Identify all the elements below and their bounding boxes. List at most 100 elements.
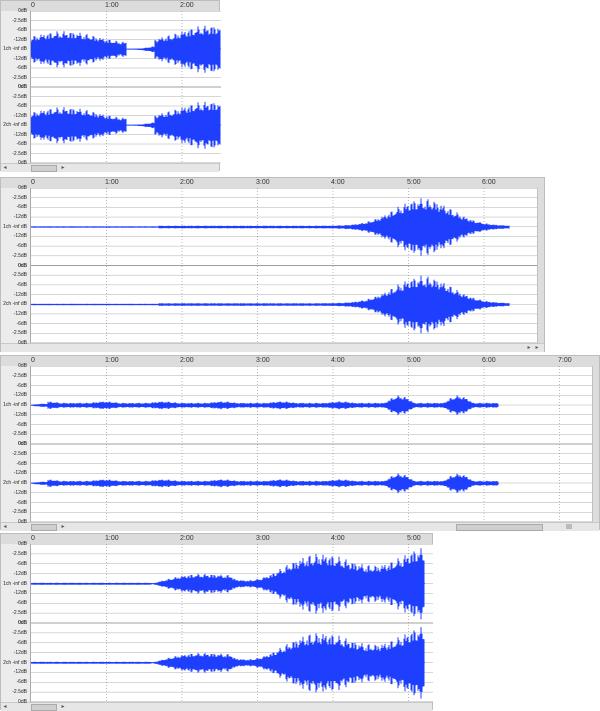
db-tick-label: -2.5dB <box>12 509 27 516</box>
db-tick-label: -6dB <box>16 460 27 467</box>
db-tick-label: -12dB <box>13 214 27 221</box>
vertical-resize-handle[interactable] <box>592 366 599 522</box>
time-ruler[interactable]: 0 1:00 2:00 <box>1 1 219 11</box>
db-tick-label: 0dB <box>18 441 27 447</box>
horizontal-scrollbar[interactable]: ◂ ▸ <box>1 163 219 172</box>
scroll-right-icon[interactable]: ▸ <box>59 523 67 531</box>
scroll-right-icon[interactable]: ▸ <box>533 344 541 352</box>
waveform-area[interactable] <box>30 544 433 702</box>
waveform-graphic <box>31 366 594 522</box>
db-tick-label: -2.5dB <box>12 194 27 201</box>
ruler-tick-label: 2:00 <box>180 179 194 186</box>
channel-label: 1ch -inf dB <box>3 580 27 587</box>
db-tick-label: -2.5dB <box>12 74 27 81</box>
ruler-tick-label: 1:00 <box>105 2 119 9</box>
time-ruler[interactable]: 0 1:00 2:00 3:00 4:00 5:00 6:00 7:00 <box>1 356 599 366</box>
horizontal-scrollbar[interactable]: ◂ ▸ <box>1 522 599 531</box>
ruler-tick-label: 1:00 <box>105 357 119 364</box>
channel-label: 2ch -inf dB <box>3 659 27 666</box>
db-scale: 0dB -2.5dB -6dB -12dB 1ch -inf dB -12dB -6dB -2… <box>1 185 29 346</box>
horizontal-scrollbar[interactable]: ▸ ▸ <box>1 343 544 352</box>
channel-label: 1ch -inf dB <box>3 223 27 230</box>
db-tick-label: -6dB <box>16 141 27 147</box>
scroll-thumb[interactable] <box>31 165 57 172</box>
vertical-resize-handle[interactable] <box>537 188 544 343</box>
db-tick-label: -6dB <box>16 103 27 109</box>
scroll-right-icon[interactable]: ▸ <box>59 164 67 172</box>
db-tick-label: -12dB <box>13 649 27 656</box>
scroll-left-icon[interactable]: ◂ <box>1 164 9 172</box>
ruler-tick-label: 2:00 <box>180 357 194 364</box>
db-tick-label: -2.5dB <box>12 450 27 457</box>
db-tick-label: -12dB <box>13 36 27 43</box>
zoom-slider[interactable] <box>456 524 543 531</box>
db-tick-label: -2.5dB <box>12 272 27 279</box>
scroll-end-icon[interactable]: ▸ <box>525 344 533 352</box>
db-scale: 0dB -2.5dB -6dB -12dB 1ch -inf dB -12dB -6dB -2… <box>1 363 29 525</box>
ruler-tick-label: 1:00 <box>105 179 119 186</box>
db-tick-label: 0dB <box>18 699 27 705</box>
db-tick-label: 0dB <box>18 363 27 369</box>
db-tick-label: -12dB <box>13 470 27 477</box>
db-tick-label: -6dB <box>16 499 27 506</box>
db-tick-label: -6dB <box>16 204 27 211</box>
db-tick-label: -6dB <box>16 27 27 33</box>
db-tick-label: -2.5dB <box>12 17 27 24</box>
db-tick-label: -6dB <box>16 639 27 646</box>
db-tick-label: 0dB <box>18 8 27 14</box>
ruler-tick-label: 1:00 <box>105 535 119 542</box>
db-tick-label: -6dB <box>16 421 27 428</box>
channel-label: 2ch -inf dB <box>3 480 27 486</box>
ruler-tick-label: 2:00 <box>180 2 194 9</box>
ruler-tick-label: 4:00 <box>331 535 345 542</box>
db-tick-label: -12dB <box>13 489 27 496</box>
db-tick-label: -12dB <box>13 669 27 676</box>
db-tick-label: -6dB <box>16 65 27 71</box>
channel-label: 2ch -inf dB <box>3 122 27 128</box>
db-tick-label: -12dB <box>13 131 27 138</box>
waveform-panel-1: 0 1:00 2:00 ◂ ▸ 0dB -2.5dB -6dB -12dB 1ch -i… <box>0 0 221 172</box>
db-tick-label: -2.5dB <box>12 330 27 337</box>
db-tick-label: -12dB <box>13 310 27 317</box>
scroll-thumb[interactable] <box>31 524 57 531</box>
time-ruler[interactable]: 0 1:00 2:00 3:00 4:00 5:00 6:00 <box>1 178 544 188</box>
channel-label: 1ch -inf dB <box>3 46 27 52</box>
ruler-tick-label: 5:00 <box>407 179 421 186</box>
db-tick-label: -12dB <box>13 411 27 418</box>
ruler-tick-label: 2:00 <box>180 535 194 542</box>
zoom-slider-grip[interactable] <box>566 524 572 529</box>
db-tick-label: -12dB <box>13 112 27 119</box>
db-tick-label: -12dB <box>13 570 27 577</box>
db-tick-label: 0dB <box>18 519 27 525</box>
db-tick-label: -2.5dB <box>12 252 27 259</box>
db-tick-label: -2.5dB <box>12 93 27 100</box>
waveform-area[interactable] <box>30 11 221 163</box>
db-tick-label: -12dB <box>13 291 27 298</box>
ruler-tick-label: 0 <box>31 179 35 186</box>
db-tick-label: -2.5dB <box>12 689 27 696</box>
ruler-tick-label: 5:00 <box>407 357 421 364</box>
db-tick-label: 0dB <box>18 160 27 166</box>
db-tick-label: -12dB <box>13 55 27 62</box>
ruler-tick-label: 3:00 <box>256 179 270 186</box>
db-scale: 0dB -2.5dB -6dB -12dB 1ch -inf dB -12dB -6dB -2… <box>1 8 29 166</box>
db-tick-label: -2.5dB <box>12 150 27 157</box>
time-ruler[interactable]: 0 1:00 2:00 3:00 4:00 5:00 <box>1 534 432 544</box>
ruler-tick-label: 6:00 <box>482 179 496 186</box>
db-tick-label: -12dB <box>13 233 27 240</box>
ruler-tick-label: 0 <box>31 2 35 9</box>
ruler-tick-label: 5:00 <box>407 535 421 542</box>
db-tick-label: -2.5dB <box>12 431 27 438</box>
db-tick-label: -6dB <box>16 560 27 567</box>
db-tick-label: -2.5dB <box>12 550 27 557</box>
waveform-area[interactable] <box>30 366 594 522</box>
ruler-tick-label: 4:00 <box>331 357 345 364</box>
db-tick-label: 0dB <box>18 620 27 626</box>
ruler-tick-label: 0 <box>31 535 35 542</box>
waveform-area[interactable] <box>30 188 540 343</box>
scroll-left-icon[interactable]: ◂ <box>1 523 9 531</box>
db-tick-label: -12dB <box>13 392 27 399</box>
ruler-tick-label: 0 <box>31 357 35 364</box>
ruler-tick-label: 3:00 <box>256 357 270 364</box>
db-scale: 0dB -2.5dB -6dB -12dB 1ch -inf dB -12dB -6dB -2… <box>1 541 29 705</box>
